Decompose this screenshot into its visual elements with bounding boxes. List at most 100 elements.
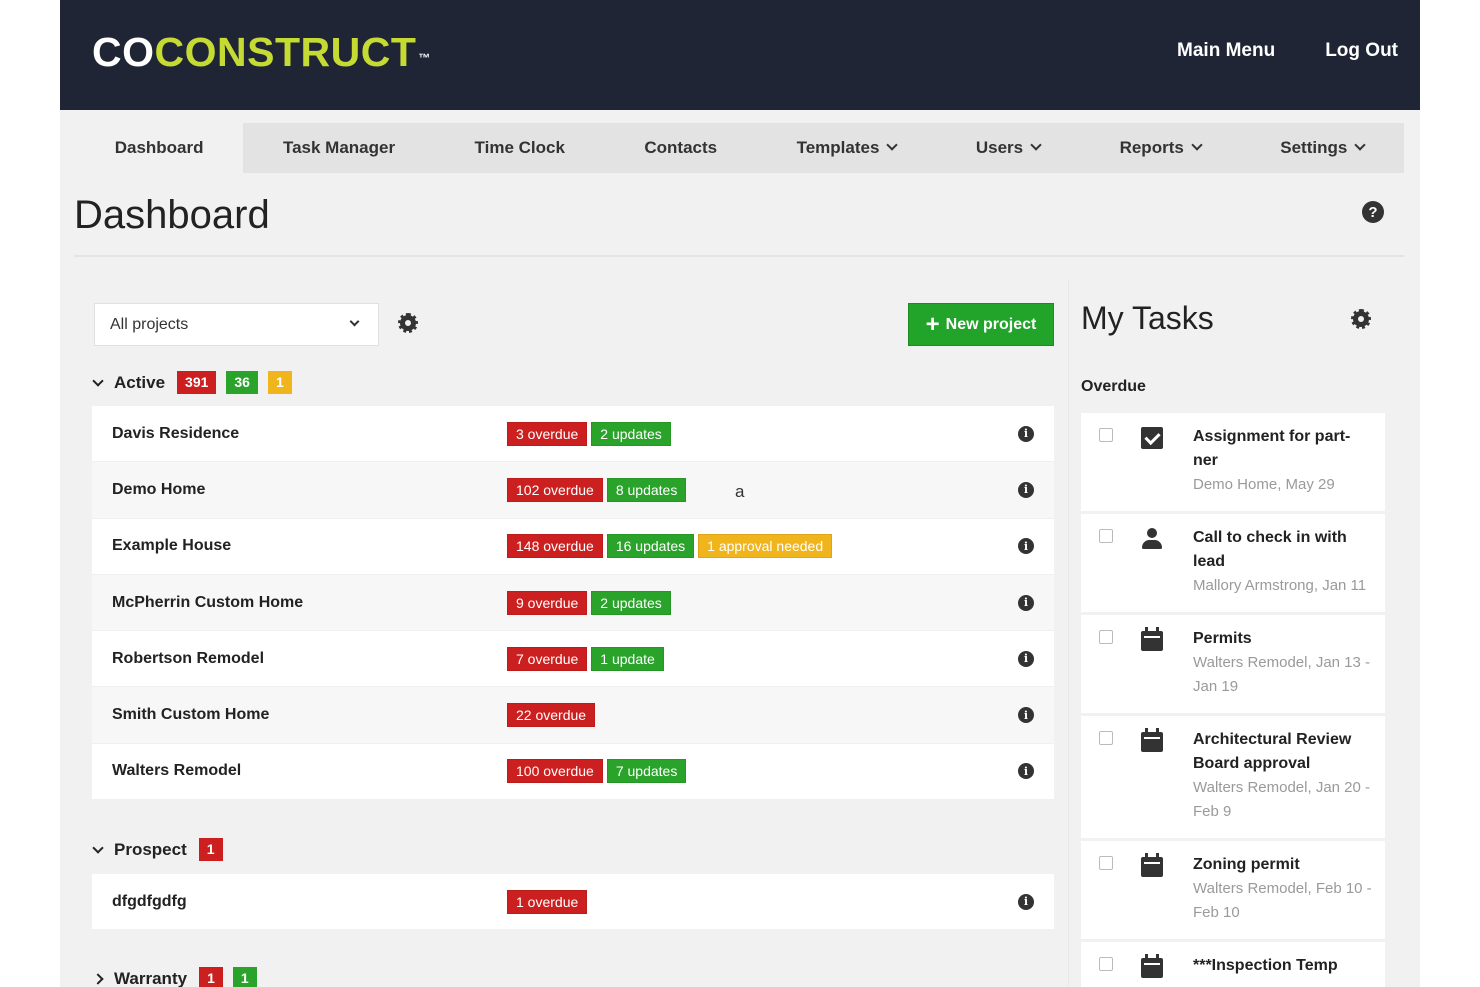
status-badge[interactable]: 22 overdue [507,703,596,728]
task-checkbox[interactable] [1099,957,1113,971]
task-meta: Demo Home, May 29 [1193,476,1335,493]
project-badges: 102 overdue 8 updates [507,477,687,502]
info-icon[interactable]: i [1018,763,1034,780]
nav-item-label: Reports [1119,138,1184,157]
group-prospect[interactable]: Prospect 1 [92,838,227,861]
status-badge[interactable]: 2 updates [591,590,671,615]
app-frame: COCONSTRUCT ™ Main Menu Log Out Dashboard… [60,0,1420,987]
checkbox-checked-icon [1141,427,1163,449]
task-item[interactable]: ***Inspection Temp [1081,942,1385,987]
status-badge[interactable]: 3 overdue [507,421,588,446]
task-item[interactable]: Permits Walters Remodel, Jan 13 - Jan 19 [1081,615,1385,716]
project-badges: 1 overdue [507,889,588,914]
project-row[interactable]: Smith Custom Home 22 overdue i [92,687,1054,744]
group-active[interactable]: Active 391 36 1 [92,371,296,394]
project-name[interactable]: McPherrin Custom Home [112,594,303,612]
project-row[interactable]: Robertson Remodel 7 overdue 1 update i [92,631,1054,688]
new-project-label: New project [945,315,1037,333]
task-item[interactable]: Architectural Review Board approval Walte… [1081,716,1385,841]
project-row[interactable]: McPherrin Custom Home 9 overdue 2 updates i [92,574,1054,632]
status-badge[interactable]: 1 overdue [507,889,588,914]
task-item[interactable]: Assignment for part-ner Demo Home, May 29 [1081,413,1385,514]
nav-item-users[interactable]: Users [936,123,1080,173]
info-icon[interactable]: i [1018,425,1034,442]
project-badges: 100 overdue 7 updates [507,759,687,784]
main-menu-link[interactable]: Main Menu [1177,40,1275,62]
status-badge[interactable]: 102 overdue [507,477,603,502]
task-name[interactable]: Call to check in with lead [1193,526,1375,574]
task-checkbox[interactable] [1099,428,1113,442]
task-checkbox[interactable] [1099,529,1113,543]
group-warranty[interactable]: Warranty 1 1 [92,967,261,987]
status-badge[interactable]: 2 updates [591,421,671,446]
task-name[interactable]: ***Inspection Temp [1193,954,1375,978]
project-row[interactable]: Walters Remodel 100 overdue 7 updates i [92,744,1054,801]
nav-item-label: Task Manager [282,138,396,157]
nav-item-label: Time Clock [474,138,565,157]
group-prospect-label: Prospect [114,839,187,859]
project-name[interactable]: Demo Home [112,481,205,499]
person-icon [1141,528,1163,550]
top-bar: COCONSTRUCT ™ Main Menu Log Out [60,0,1420,110]
calendar-icon [1141,954,1163,978]
task-checkbox[interactable] [1099,630,1113,644]
project-badges: 148 overdue 16 updates 1 approval needed [507,534,833,559]
project-badges: 7 overdue 1 update [507,646,664,671]
task-name[interactable]: Architectural Review Board approval [1193,728,1375,776]
project-row[interactable]: dfgdfgdfg 1 overdue i [92,874,1054,931]
chevron-down-icon[interactable] [92,841,104,854]
nav-item-task-manager[interactable]: Task Manager [243,123,435,173]
nav-item-dashboard[interactable]: Dashboard [75,123,244,173]
main-nav: Dashboard Task Manager Time Clock Contacts T… [75,123,1404,173]
status-badge[interactable]: 1 update [591,646,664,671]
project-badges: 9 overdue 2 updates [507,590,671,615]
task-checkbox[interactable] [1099,856,1113,870]
new-project-button[interactable]: + New project [908,303,1054,346]
project-row[interactable]: Demo Home 102 overdue 8 updates i [92,462,1054,519]
nav-item-time-clock[interactable]: Time Clock [435,123,605,173]
project-settings-gear-icon[interactable] [398,313,418,333]
nav-item-reports[interactable]: Reports [1080,123,1241,173]
info-icon[interactable]: i [1018,594,1034,611]
chevron-right-icon[interactable] [92,972,104,985]
status-badge[interactable]: 1 approval needed [698,534,833,559]
task-name[interactable]: Permits [1193,627,1375,651]
chevron-down-icon[interactable] [92,374,104,387]
info-icon[interactable]: i [1018,893,1034,910]
nav-item-settings[interactable]: Settings [1241,123,1405,173]
chevron-down-icon [886,139,899,151]
status-badge[interactable]: 100 overdue [507,759,603,784]
project-row[interactable]: Davis Residence 3 overdue 2 updates i [92,406,1054,463]
info-icon[interactable]: i [1018,707,1034,724]
project-name[interactable]: Walters Remodel [112,762,241,780]
status-badge[interactable]: 8 updates [606,477,687,502]
project-name[interactable]: Davis Residence [112,425,239,443]
help-icon[interactable]: ? [1362,201,1384,223]
task-item[interactable]: Call to check in with lead Mallory Armstr… [1081,514,1385,615]
nav-item-label: Users [975,138,1024,157]
info-icon[interactable]: i [1018,538,1034,555]
info-icon[interactable]: i [1018,650,1034,667]
project-name[interactable]: dfgdfgdfg [112,893,187,911]
status-badge[interactable]: 148 overdue [507,534,603,559]
task-name[interactable]: Zoning permit [1193,853,1375,877]
task-name[interactable]: Assignment for part-ner [1193,425,1375,473]
status-badge[interactable]: 16 updates [606,534,695,559]
project-row[interactable]: Example House 148 overdue 16 updates 1 appr… [92,519,1054,575]
log-out-link[interactable]: Log Out [1325,40,1398,62]
status-badge[interactable]: 7 updates [606,759,687,784]
nav-item-contacts[interactable]: Contacts [605,123,757,173]
task-checkbox[interactable] [1099,731,1113,745]
project-name[interactable]: Example House [112,537,231,555]
active-updates-count: 36 [226,371,258,394]
tasks-settings-gear-icon[interactable] [1351,309,1371,329]
project-filter-select[interactable]: All projects [94,303,379,346]
coconstruct-logo[interactable]: COCONSTRUCT ™ [92,28,431,76]
info-icon[interactable]: i [1018,481,1034,498]
status-badge[interactable]: 7 overdue [507,646,588,671]
status-badge[interactable]: 9 overdue [507,590,588,615]
task-item[interactable]: Zoning permit Walters Remodel, Feb 10 - F… [1081,841,1385,942]
nav-item-templates[interactable]: Templates [757,123,936,173]
project-name[interactable]: Robertson Remodel [112,650,264,668]
project-name[interactable]: Smith Custom Home [112,706,269,724]
